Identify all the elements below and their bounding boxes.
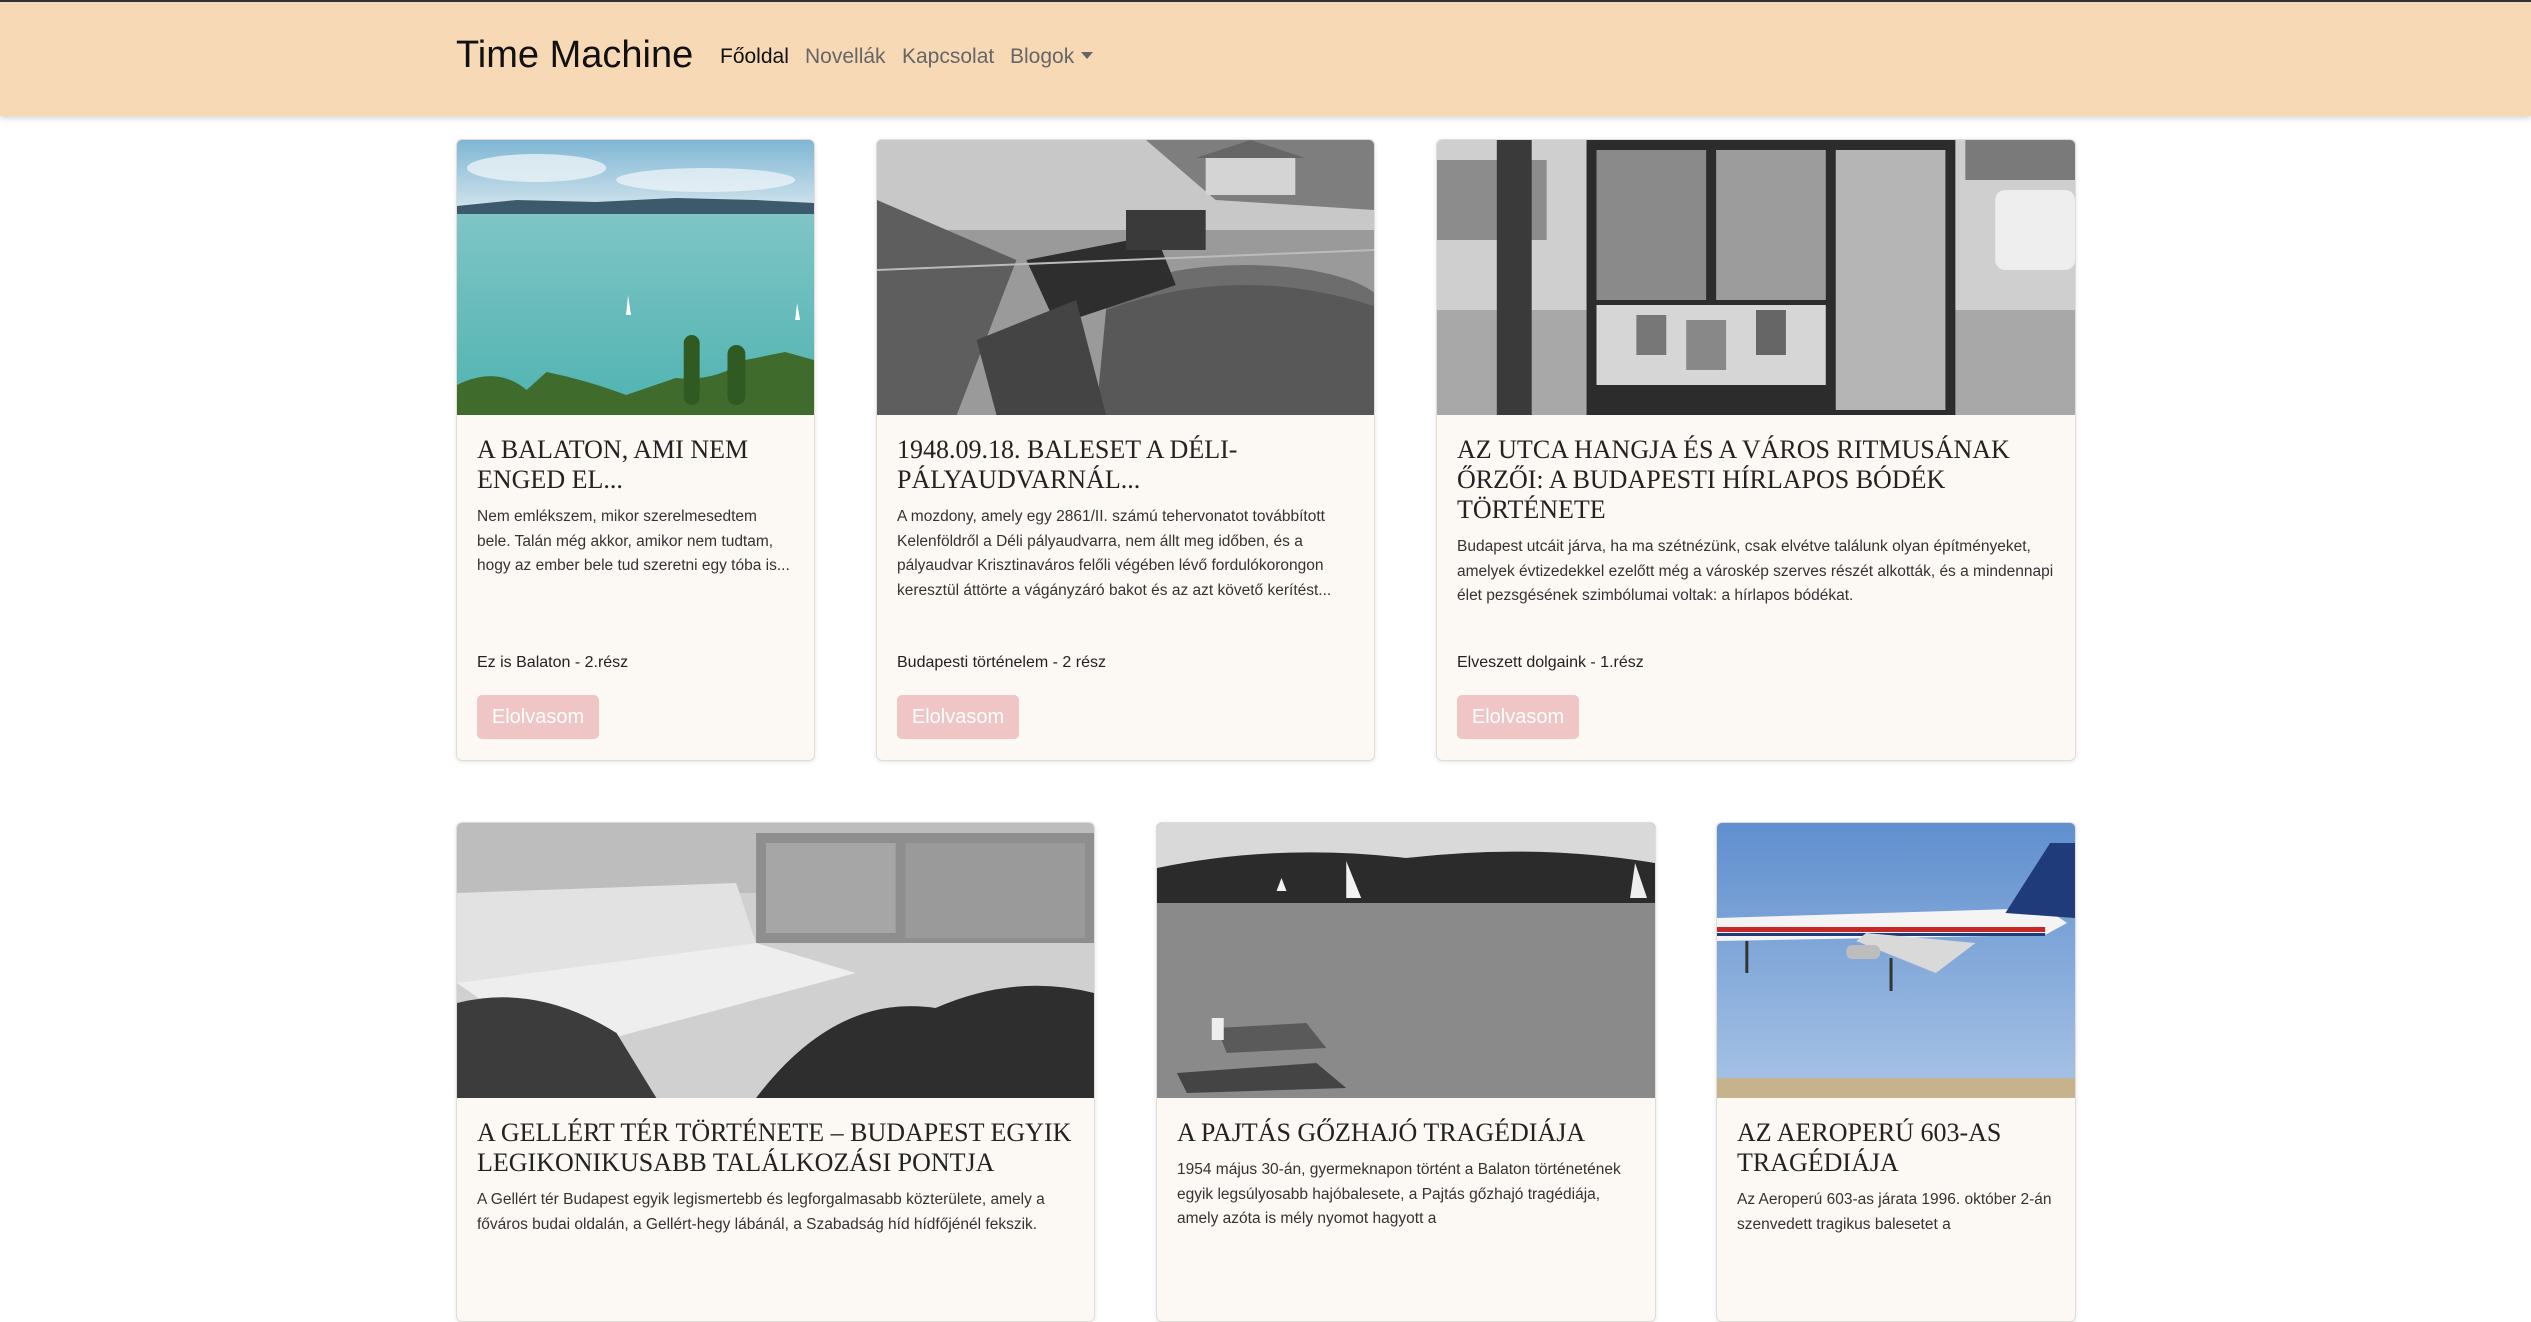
card-excerpt: A mozdony, amely egy 2861/II. számú tehe…: [897, 508, 1332, 599]
card-title: Az utca hangja és a város ritmusának őrz…: [1457, 435, 2010, 524]
nav-link-kapcsolat[interactable]: Kapcsolat: [902, 45, 994, 69]
top-navbar: Time Machine Főoldal Novellák Kapcsolat …: [0, 0, 2531, 116]
article-card-deli-baleset: 1948.09.18. Baleset a Déli-pályaudvarnál…: [876, 139, 1375, 761]
card-excerpt: A Gellért tér Budapest egyik legismerteb…: [477, 1191, 1045, 1233]
article-card-gellert-ter: A Gellért tér története – Budapest egyik…: [456, 822, 1095, 1322]
nav-dropdown-blogok[interactable]: Blogok: [1010, 45, 1094, 69]
card-title: Az Aeroperú 603-as tragédiája: [1737, 1118, 2002, 1177]
card-series-label: Ez is Balaton - 2.rész: [477, 654, 629, 671]
card-excerpt: 1954 május 30-án, gyermeknapon történt a…: [1177, 1161, 1621, 1227]
chevron-down-icon: [1081, 52, 1094, 59]
card-image-newsstand[interactable]: [1437, 140, 2075, 415]
brand-logo-link[interactable]: Time Machine: [456, 34, 693, 77]
card-title: 1948.09.18. Baleset a Déli-pályaudvarnál…: [897, 435, 1238, 494]
card-image-balaton[interactable]: [457, 140, 814, 415]
read-more-button[interactable]: Elolvasom: [1457, 695, 1579, 739]
card-image-gellert-ter[interactable]: [457, 823, 1094, 1098]
card-title: A Gellért tér története – Budapest egyik…: [477, 1118, 1072, 1177]
card-series-label: Elveszett dolgaink - 1.rész: [1457, 654, 1644, 671]
nav-dropdown-label: Blogok: [1010, 45, 1075, 68]
nav-link-fooldal[interactable]: Főoldal: [720, 45, 789, 69]
card-excerpt: Nem emlékszem, mikor szerelmesedtem bele…: [477, 508, 790, 574]
article-card-hirlapos-bodek: Az utca hangja és a város ritmusának őrz…: [1436, 139, 2076, 761]
card-series-label: Budapesti történelem - 2 rész: [897, 654, 1106, 671]
card-image-aeroperu-plane[interactable]: [1717, 823, 2075, 1098]
card-image-pajtas-lake[interactable]: [1157, 823, 1655, 1098]
card-excerpt: Az Aeroperú 603-as járata 1996. október …: [1737, 1191, 2052, 1233]
card-excerpt: Budapest utcáit járva, ha ma szétnézünk,…: [1457, 538, 2054, 604]
article-card-pajtas-gozhajo: A Pajtás gőzhajó tragédiája 1954 május 3…: [1156, 822, 1656, 1322]
article-card-aeroperu-603: Az Aeroperú 603-as tragédiája Az Aeroper…: [1716, 822, 2076, 1322]
card-image-train-accident[interactable]: [877, 140, 1374, 415]
card-title: A Pajtás gőzhajó tragédiája: [1177, 1118, 1586, 1147]
card-title: A Balaton, ami nem enged el...: [477, 435, 749, 494]
nav-link-novellak[interactable]: Novellák: [805, 45, 886, 69]
article-card-balaton: A Balaton, ami nem enged el... Nem emlék…: [456, 139, 815, 761]
read-more-button[interactable]: Elolvasom: [897, 695, 1019, 739]
read-more-button[interactable]: Elolvasom: [477, 695, 599, 739]
